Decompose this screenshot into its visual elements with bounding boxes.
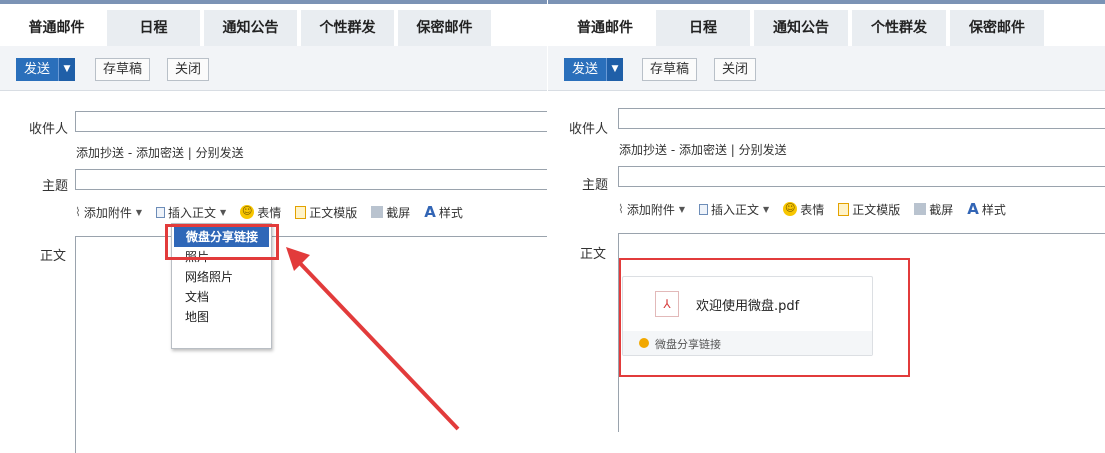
- screenshot-icon: [914, 203, 927, 215]
- template-icon: [838, 202, 850, 216]
- tab-schedule[interactable]: 日程: [656, 10, 750, 46]
- compose-tabs: 普通邮件 日程 通知公告 个性群发 保密邮件: [10, 10, 547, 46]
- dropdown-item-document[interactable]: 文档: [172, 287, 271, 307]
- smiley-icon: ☺: [783, 202, 798, 216]
- template-label: 正文模版: [852, 202, 901, 217]
- document-icon: [156, 206, 166, 218]
- body-label: 正文: [579, 247, 606, 262]
- add-attachment-option[interactable]: ⌇ 添加附件 ▼: [75, 204, 142, 221]
- paperclip-icon: ⌇: [75, 205, 81, 219]
- recipient-label: 收件人: [568, 122, 608, 137]
- style-label: 样式: [981, 202, 1006, 217]
- chevron-down-icon: ▼: [678, 204, 686, 214]
- insert-body-option[interactable]: 插入正文 ▼: [156, 204, 226, 221]
- compose-toolbar: 发送 ▼ 存草稿 关闭: [0, 46, 547, 91]
- add-attachment-label: 添加附件: [626, 202, 675, 217]
- subject-input[interactable]: [75, 169, 547, 190]
- tab-normal-mail[interactable]: 普通邮件: [10, 10, 103, 46]
- emoji-label: 表情: [800, 202, 825, 217]
- send-button[interactable]: 发送: [16, 58, 59, 81]
- tab-notice[interactable]: 通知公告: [204, 10, 297, 46]
- cc-bcc-links[interactable]: 添加抄送 - 添加密送 | 分别发送: [619, 141, 787, 158]
- emoji-label: 表情: [257, 205, 282, 220]
- compose-tabs: 普通邮件 日程 通知公告 个性群发 保密邮件: [558, 10, 1105, 46]
- screenshot-option[interactable]: 截屏: [371, 204, 410, 221]
- arrow-shaft: [294, 257, 460, 431]
- template-label: 正文模版: [309, 205, 358, 220]
- highlight-box-attachment: [619, 258, 910, 377]
- recipient-input[interactable]: [75, 111, 547, 132]
- screenshot-icon: [371, 206, 384, 218]
- annotation-arrow: [286, 247, 460, 431]
- tab-schedule[interactable]: 日程: [107, 10, 200, 46]
- cc-bcc-links[interactable]: 添加抄送 - 添加密送 | 分别发送: [76, 144, 244, 161]
- subject-input[interactable]: [618, 166, 1105, 187]
- recipient-input[interactable]: [618, 108, 1105, 129]
- send-button-group: 发送 ▼: [16, 58, 76, 81]
- tab-personal-mass[interactable]: 个性群发: [852, 10, 946, 46]
- font-style-icon: A: [424, 203, 436, 221]
- chevron-down-icon: ▼: [763, 204, 770, 214]
- subject-label: 主题: [581, 178, 608, 193]
- template-option[interactable]: 正文模版: [838, 201, 900, 218]
- paperclip-icon: ⌇: [618, 202, 624, 216]
- style-label: 样式: [438, 205, 463, 220]
- send-options-arrow[interactable]: ▼: [606, 58, 624, 81]
- compose-panel-left: 普通邮件 日程 通知公告 个性群发 保密邮件 发送 ▼ 存草稿 关闭 收件人 添…: [0, 0, 547, 453]
- style-option[interactable]: A 样式: [424, 203, 463, 221]
- screenshot-label: 截屏: [929, 202, 954, 217]
- smiley-icon: ☺: [240, 205, 255, 219]
- tab-secure-mail[interactable]: 保密邮件: [950, 10, 1044, 46]
- add-attachment-label: 添加附件: [83, 205, 132, 220]
- insert-body-label: 插入正文: [711, 202, 760, 217]
- body-options-bar: ⌇ 添加附件 ▼ 插入正文 ▼ ☺ 表情 正文模版 截屏 A 样式: [618, 200, 1020, 218]
- recipient-label: 收件人: [28, 122, 68, 137]
- dropdown-item-web-photo[interactable]: 网络照片: [172, 267, 271, 287]
- send-button[interactable]: 发送: [564, 58, 607, 81]
- screenshot-option[interactable]: 截屏: [914, 201, 953, 218]
- chevron-down-icon: ▼: [135, 207, 143, 217]
- chevron-down-icon: ▼: [220, 207, 227, 217]
- emoji-option[interactable]: ☺ 表情: [240, 204, 281, 221]
- insert-body-option[interactable]: 插入正文 ▼: [699, 201, 769, 218]
- close-button[interactable]: 关闭: [714, 58, 757, 81]
- template-option[interactable]: 正文模版: [295, 204, 357, 221]
- emoji-option[interactable]: ☺ 表情: [783, 201, 824, 218]
- tab-notice[interactable]: 通知公告: [754, 10, 848, 46]
- highlight-box-share-link: [165, 224, 279, 260]
- compose-toolbar: 发送 ▼ 存草稿 关闭: [548, 46, 1105, 91]
- tab-normal-mail[interactable]: 普通邮件: [558, 10, 652, 46]
- tab-personal-mass[interactable]: 个性群发: [301, 10, 394, 46]
- top-strip: [0, 0, 547, 4]
- save-draft-button[interactable]: 存草稿: [642, 58, 698, 81]
- tab-secure-mail[interactable]: 保密邮件: [398, 10, 491, 46]
- subject-label: 主题: [41, 179, 68, 194]
- document-icon: [699, 203, 709, 215]
- style-option[interactable]: A 样式: [967, 200, 1006, 218]
- template-icon: [295, 205, 307, 219]
- top-strip: [548, 0, 1105, 4]
- send-options-arrow[interactable]: ▼: [58, 58, 76, 81]
- insert-body-label: 插入正文: [168, 205, 217, 220]
- add-attachment-option[interactable]: ⌇ 添加附件 ▼: [618, 201, 685, 218]
- save-draft-button[interactable]: 存草稿: [95, 58, 151, 81]
- font-style-icon: A: [967, 200, 979, 218]
- send-button-group: 发送 ▼: [564, 58, 624, 81]
- screenshot-label: 截屏: [386, 205, 411, 220]
- close-button[interactable]: 关闭: [167, 58, 210, 81]
- dropdown-item-map[interactable]: 地图: [172, 307, 271, 327]
- body-options-bar: ⌇ 添加附件 ▼ 插入正文 ▼ ☺ 表情 正文模版 截屏 A 样式: [75, 203, 477, 221]
- body-label: 正文: [39, 249, 66, 264]
